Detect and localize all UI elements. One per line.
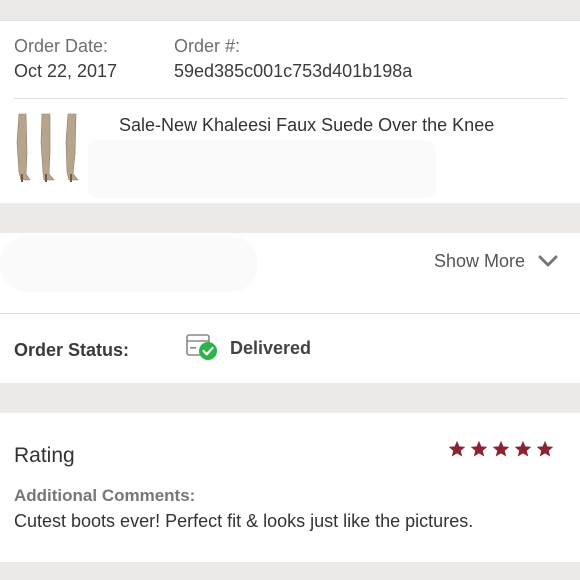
chevron-down-icon[interactable] (538, 253, 558, 269)
product-title[interactable]: Sale-New Khaleesi Faux Suede Over the Kn… (119, 115, 494, 136)
star-rating (448, 440, 554, 458)
redacted-area-2 (0, 236, 258, 292)
top-border (0, 20, 580, 21)
status-divider (0, 313, 580, 314)
order-date-label: Order Date: (14, 36, 109, 56)
order-number-label: Order #: (174, 36, 241, 56)
order-status-label: Order Status: (14, 340, 130, 360)
star-icon (514, 440, 532, 457)
order-date-value: Oct 22, 2017 (14, 61, 118, 81)
order-status-value: Delivered (230, 338, 312, 358)
comments-text: Cutest boots ever! Perfect fit & looks j… (14, 511, 474, 531)
star-icon (536, 440, 554, 457)
product-thumbnail[interactable] (14, 112, 84, 184)
star-icon (448, 440, 466, 457)
order-divider (14, 98, 566, 99)
redacted-area (88, 140, 436, 198)
package-delivered-icon (186, 334, 217, 360)
star-icon (492, 440, 510, 457)
rating-heading: Rating (14, 444, 75, 467)
comments-label: Additional Comments: (14, 486, 196, 505)
star-icon (470, 440, 488, 457)
show-more-button[interactable]: Show More (434, 251, 525, 272)
order-number-value: 59ed385c001c753d401b198a (174, 61, 413, 81)
